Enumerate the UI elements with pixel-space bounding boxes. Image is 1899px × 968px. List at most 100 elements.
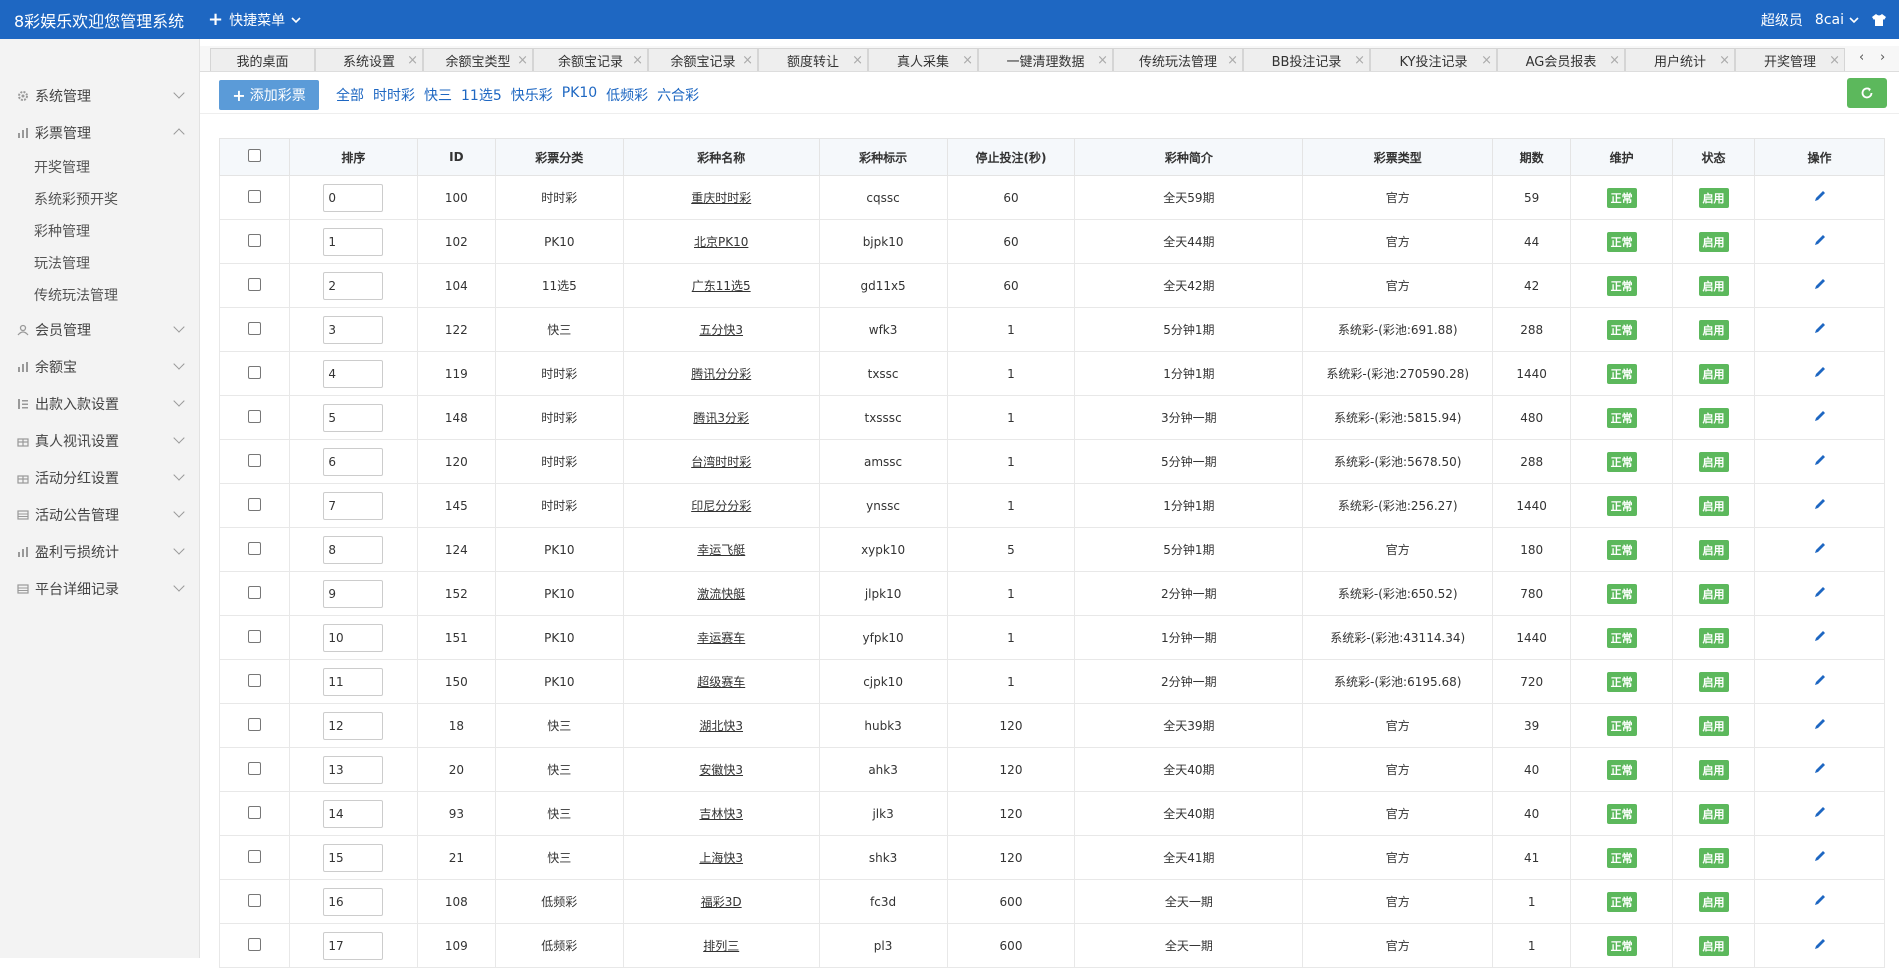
column-header[interactable]: 彩票类型: [1302, 138, 1494, 176]
edit-pencil-icon[interactable]: [1813, 233, 1827, 247]
lottery-name-link[interactable]: 上海快3: [699, 851, 743, 865]
row-checkbox[interactable]: [247, 453, 261, 467]
column-header[interactable]: ID: [416, 138, 496, 176]
filter-all[interactable]: 全部: [336, 85, 364, 105]
maintenance-badge[interactable]: 正常: [1606, 803, 1637, 824]
close-icon[interactable]: ×: [1719, 53, 1730, 68]
maintenance-badge[interactable]: 正常: [1606, 891, 1637, 912]
tab-yuebao-record-2[interactable]: 余额宝记录 ×: [648, 48, 758, 71]
row-checkbox[interactable]: [247, 233, 261, 247]
row-checkbox[interactable]: [247, 937, 261, 951]
sidebar-subitem-draw-management[interactable]: 开奖管理: [0, 151, 199, 183]
maintenance-badge[interactable]: 正常: [1606, 759, 1637, 780]
tab-traditional-play[interactable]: 传统玩法管理 ×: [1113, 48, 1243, 71]
sort-order-input[interactable]: [323, 315, 384, 344]
sidebar-item-members[interactable]: 会员管理: [0, 311, 199, 348]
sort-order-input[interactable]: [323, 755, 384, 784]
column-header[interactable]: 维护: [1570, 138, 1674, 176]
maintenance-badge[interactable]: 正常: [1606, 451, 1637, 472]
column-header[interactable]: 停止投注(秒): [946, 138, 1076, 176]
sidebar-subitem-play-management[interactable]: 玩法管理: [0, 247, 199, 279]
lottery-name-link[interactable]: 安徽快3: [699, 763, 743, 777]
sort-order-input[interactable]: [323, 271, 384, 300]
sidebar-subitem-system-predraw[interactable]: 系统彩预开奖: [0, 183, 199, 215]
close-icon[interactable]: ×: [1829, 53, 1840, 68]
close-icon[interactable]: ×: [407, 53, 418, 68]
edit-pencil-icon[interactable]: [1813, 409, 1827, 423]
edit-pencil-icon[interactable]: [1813, 717, 1827, 731]
refresh-button[interactable]: [1847, 78, 1887, 108]
column-header[interactable]: 排序: [288, 138, 418, 176]
sort-order-input[interactable]: [323, 711, 384, 740]
maintenance-badge[interactable]: 正常: [1606, 539, 1637, 560]
close-icon[interactable]: ×: [1609, 53, 1620, 68]
tab-yuebao-type[interactable]: 余额宝类型 ×: [423, 48, 533, 71]
sort-order-input[interactable]: [323, 535, 384, 564]
sort-order-input[interactable]: [323, 887, 384, 916]
maintenance-badge[interactable]: 正常: [1606, 187, 1637, 208]
lottery-name-link[interactable]: 幸运飞艇: [697, 543, 745, 557]
row-checkbox[interactable]: [247, 541, 261, 555]
maintenance-badge[interactable]: 正常: [1606, 627, 1637, 648]
status-badge[interactable]: 启用: [1698, 495, 1729, 516]
filter-ssc[interactable]: 时时彩: [373, 85, 415, 105]
status-badge[interactable]: 启用: [1698, 363, 1729, 384]
close-icon[interactable]: ×: [1227, 53, 1238, 68]
row-checkbox[interactable]: [247, 893, 261, 907]
close-icon[interactable]: ×: [742, 53, 753, 68]
maintenance-badge[interactable]: 正常: [1606, 231, 1637, 252]
close-icon[interactable]: ×: [1354, 53, 1365, 68]
lottery-name-link[interactable]: 吉林快3: [699, 807, 743, 821]
status-badge[interactable]: 启用: [1698, 891, 1729, 912]
status-badge[interactable]: 启用: [1698, 187, 1729, 208]
lottery-name-link[interactable]: 广东11选5: [692, 279, 751, 293]
lottery-name-link[interactable]: 排列三: [703, 939, 739, 953]
row-checkbox[interactable]: [247, 189, 261, 203]
status-badge[interactable]: 启用: [1698, 539, 1729, 560]
quick-menu-button[interactable]: + 快捷菜单: [208, 9, 301, 30]
filter-low-freq[interactable]: 低频彩: [606, 85, 648, 105]
close-icon[interactable]: ×: [1097, 53, 1108, 68]
edit-pencil-icon[interactable]: [1813, 805, 1827, 819]
column-header[interactable]: 操作: [1754, 138, 1885, 176]
row-checkbox[interactable]: [247, 761, 261, 775]
maintenance-badge[interactable]: 正常: [1606, 583, 1637, 604]
tab-clear-data[interactable]: 一键清理数据 ×: [978, 48, 1113, 71]
maintenance-badge[interactable]: 正常: [1606, 671, 1637, 692]
lottery-name-link[interactable]: 超级赛车: [697, 675, 745, 689]
status-badge[interactable]: 启用: [1698, 715, 1729, 736]
edit-pencil-icon[interactable]: [1813, 497, 1827, 511]
sort-order-input[interactable]: [323, 403, 384, 432]
status-badge[interactable]: 启用: [1698, 319, 1729, 340]
close-icon[interactable]: ×: [852, 53, 863, 68]
column-header[interactable]: 彩种名称: [622, 138, 820, 176]
close-icon[interactable]: ×: [632, 53, 643, 68]
lottery-name-link[interactable]: 腾讯3分彩: [693, 411, 749, 425]
sort-order-input[interactable]: [323, 799, 384, 828]
row-checkbox[interactable]: [247, 585, 261, 599]
add-lottery-button[interactable]: + 添加彩票: [219, 80, 319, 110]
tab-scroll-right-icon[interactable]: ›: [1880, 50, 1885, 65]
row-checkbox[interactable]: [247, 321, 261, 335]
edit-pencil-icon[interactable]: [1813, 849, 1827, 863]
lottery-name-link[interactable]: 重庆时时彩: [691, 191, 751, 205]
tab-ky-bets[interactable]: KY投注记录 ×: [1370, 48, 1497, 71]
tab-bb-bets[interactable]: BB投注记录 ×: [1243, 48, 1370, 71]
tab-scroll-left-icon[interactable]: ‹: [1859, 50, 1864, 65]
lottery-name-link[interactable]: 印尼分分彩: [691, 499, 751, 513]
row-checkbox[interactable]: [247, 497, 261, 511]
sort-order-input[interactable]: [323, 491, 384, 520]
filter-mark-six[interactable]: 六合彩: [657, 85, 699, 105]
select-all-checkbox[interactable]: [247, 149, 261, 162]
edit-pencil-icon[interactable]: [1813, 761, 1827, 775]
row-checkbox[interactable]: [247, 717, 261, 731]
column-header[interactable]: 彩票分类: [494, 138, 624, 176]
maintenance-badge[interactable]: 正常: [1606, 495, 1637, 516]
status-badge[interactable]: 启用: [1698, 231, 1729, 252]
tab-draw-management[interactable]: 开奖管理 ×: [1735, 48, 1845, 71]
sidebar-item-activity-bonus[interactable]: 活动分红设置: [0, 459, 199, 496]
sidebar-item-deposit-withdraw[interactable]: 出款入款设置: [0, 385, 199, 422]
sidebar-item-announcements[interactable]: 活动公告管理: [0, 496, 199, 533]
filter-k3[interactable]: 快三: [424, 85, 452, 105]
maintenance-badge[interactable]: 正常: [1606, 715, 1637, 736]
